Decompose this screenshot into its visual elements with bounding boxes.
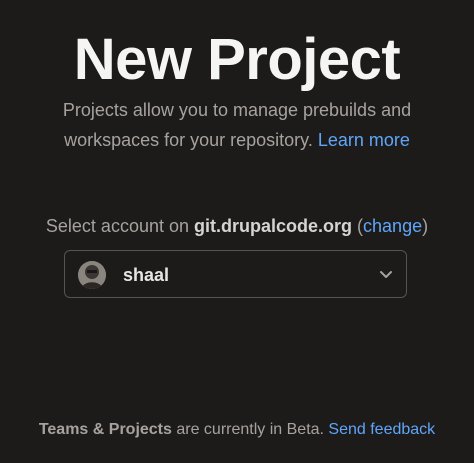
avatar [78, 261, 106, 289]
git-host-name: git.drupalcode.org [194, 216, 353, 236]
beta-notice: Teams & Projects are currently in Beta. … [0, 418, 474, 442]
send-feedback-link[interactable]: Send feedback [328, 421, 435, 438]
account-dropdown[interactable]: shaal [64, 250, 407, 298]
close-paren: ) [422, 216, 429, 236]
page-title: New Project [73, 27, 401, 92]
account-select-label: Select account on git.drupalcode.org (ch… [0, 212, 474, 240]
beta-notice-strong: Teams & Projects [38, 421, 172, 438]
chevron-down-icon [380, 271, 392, 278]
page-description: Projects allow you to manage prebuilds a… [30, 95, 444, 155]
selected-account-name: shaal [123, 265, 170, 285]
learn-more-link[interactable]: Learn more [318, 130, 410, 150]
change-account-link[interactable]: change [363, 216, 422, 236]
beta-notice-text: are currently in Beta. [171, 421, 329, 438]
account-select-prefix: Select account on [45, 216, 195, 236]
open-paren: ( [352, 216, 364, 236]
